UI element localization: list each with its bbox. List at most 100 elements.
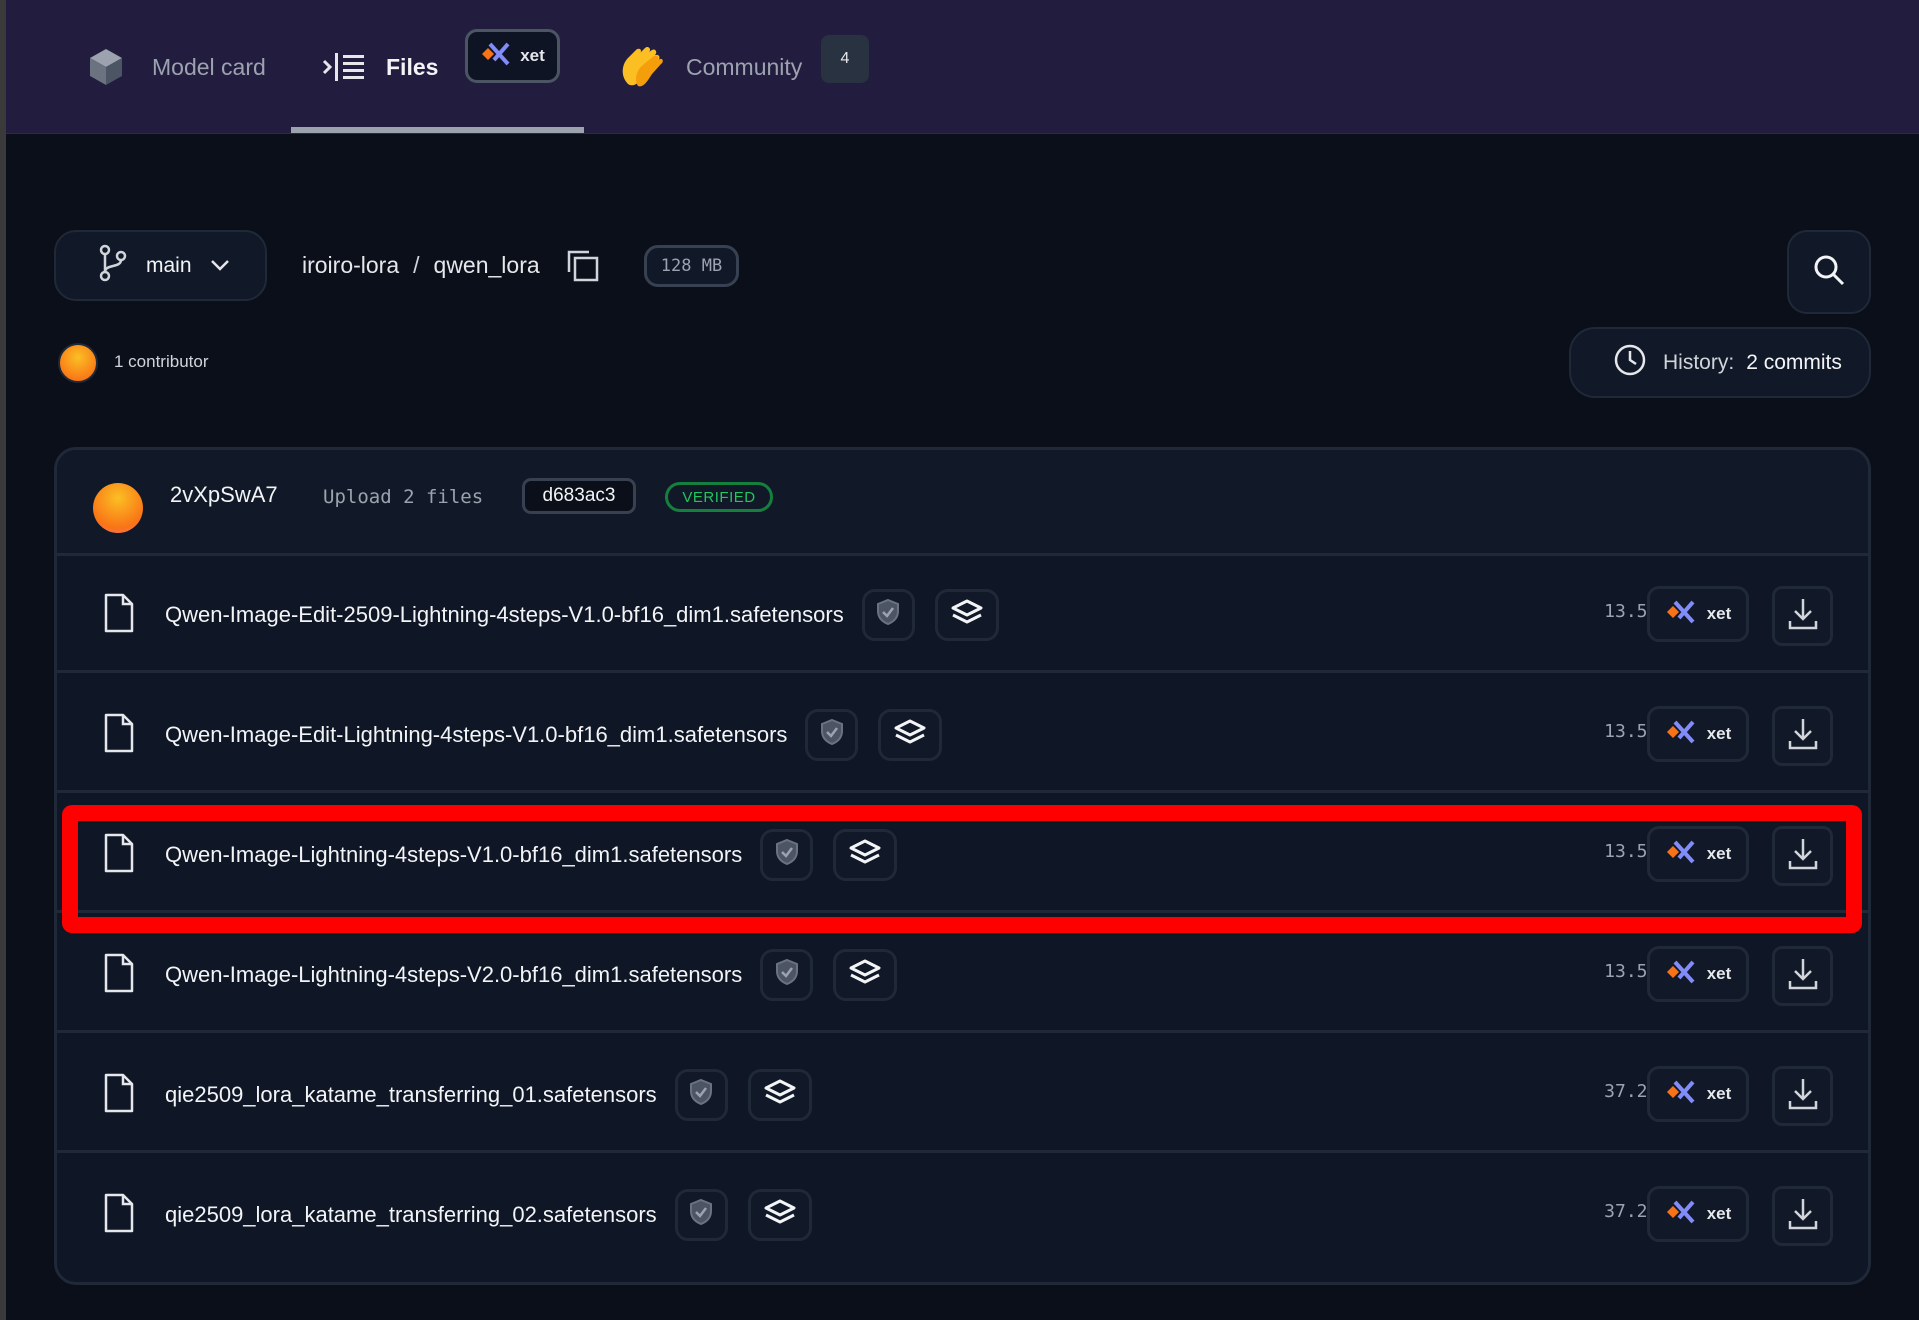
file-row[interactable]: Qwen-Image-Edit-2509-Lightning-4steps-V1… <box>57 556 1868 673</box>
layers-icon <box>763 1078 797 1111</box>
security-scan-badge[interactable] <box>674 1188 728 1241</box>
tab-community[interactable]: Community <box>618 0 802 134</box>
security-scan-badge[interactable] <box>674 1068 728 1121</box>
xet-icon <box>1665 1200 1695 1229</box>
file-row[interactable]: qie2509_lora_katame_transferring_01.safe… <box>57 1036 1868 1153</box>
xet-label: xet <box>1706 964 1732 983</box>
file-row[interactable]: qie2509_lora_katame_transferring_02.safe… <box>57 1156 1868 1273</box>
file-name-link[interactable]: Qwen-Image-Lightning-4steps-V2.0-bf16_di… <box>165 962 742 988</box>
xet-button[interactable]: xet <box>1647 1066 1749 1122</box>
history-label: History: <box>1663 350 1735 374</box>
xet-label: xet <box>1706 724 1732 743</box>
safetensors-badge[interactable] <box>747 1188 812 1241</box>
xet-button[interactable]: xet <box>1647 706 1749 762</box>
download-button[interactable] <box>1772 706 1833 766</box>
window-edge <box>0 0 6 1320</box>
breadcrumb: iroiro-lora / qwen_lora <box>302 248 540 282</box>
copy-icon[interactable] <box>565 248 601 289</box>
xet-button[interactable]: xet <box>1647 1186 1749 1242</box>
file-icon <box>103 832 135 879</box>
file-icon <box>103 592 135 639</box>
commit-author[interactable]: 2vXpSwA7 <box>170 482 278 508</box>
tab-model-card-label: Model card <box>152 53 266 80</box>
file-name-link[interactable]: Qwen-Image-Edit-Lightning-4steps-V1.0-bf… <box>165 722 787 748</box>
download-button[interactable] <box>1772 586 1833 646</box>
download-button[interactable] <box>1772 1186 1833 1246</box>
security-scan-badge[interactable] <box>805 708 859 761</box>
xet-label: xet <box>1706 1204 1732 1223</box>
safetensors-badge[interactable] <box>878 708 943 761</box>
cube-icon <box>88 47 124 87</box>
safetensors-badge[interactable] <box>747 1068 812 1121</box>
download-icon <box>1788 1077 1818 1116</box>
safetensors-badge[interactable] <box>833 948 898 1001</box>
commit-message[interactable]: Upload 2 files <box>323 486 483 508</box>
xet-button[interactable]: xet <box>1647 826 1749 882</box>
xet-icon <box>1665 720 1695 749</box>
download-button[interactable] <box>1772 1066 1833 1126</box>
history-button[interactable]: History: 2 commits <box>1569 327 1871 398</box>
file-name-group: qie2509_lora_katame_transferring_02.safe… <box>165 1156 812 1273</box>
file-name-group: qie2509_lora_katame_transferring_01.safe… <box>165 1036 812 1153</box>
security-scan-badge[interactable] <box>760 828 814 881</box>
file-row[interactable]: Qwen-Image-Edit-Lightning-4steps-V1.0-bf… <box>57 676 1868 793</box>
xet-label: xet <box>1706 844 1732 863</box>
tab-files[interactable]: Files <box>322 0 438 134</box>
xet-button[interactable]: xet <box>1647 586 1749 642</box>
file-name-link[interactable]: Qwen-Image-Lightning-4steps-V1.0-bf16_di… <box>165 842 742 868</box>
git-branch-icon <box>98 244 128 288</box>
branch-name: main <box>146 253 192 277</box>
community-count-badge: 4 <box>821 35 869 83</box>
repo-name-link[interactable]: qwen_lora <box>434 252 540 279</box>
download-button[interactable] <box>1772 826 1833 886</box>
layers-icon <box>893 718 927 751</box>
xet-badge[interactable]: xet <box>465 29 560 83</box>
xet-label: xet <box>1706 604 1732 623</box>
file-name-group: Qwen-Image-Edit-2509-Lightning-4steps-V1… <box>165 556 999 673</box>
file-name-link[interactable]: Qwen-Image-Edit-2509-Lightning-4steps-V1… <box>165 602 844 628</box>
repo-header: Model card Files xet Community 4 <box>6 0 1919 134</box>
layers-icon <box>763 1198 797 1231</box>
file-name-link[interactable]: qie2509_lora_katame_transferring_02.safe… <box>165 1202 657 1228</box>
file-name-group: Qwen-Image-Lightning-4steps-V1.0-bf16_di… <box>165 796 898 913</box>
contributor-avatar[interactable] <box>58 343 98 383</box>
file-row[interactable]: Qwen-Image-Lightning-4steps-V1.0-bf16_di… <box>57 796 1868 913</box>
layers-icon <box>848 838 882 871</box>
shield-check-icon <box>775 838 799 871</box>
file-icon <box>103 1072 135 1119</box>
last-commit-row: 2vXpSwA7 Upload 2 files d683ac3 VERIFIED <box>57 450 1868 556</box>
search-button[interactable] <box>1787 230 1871 314</box>
commit-hash[interactable]: d683ac3 <box>522 478 636 514</box>
tab-files-label: Files <box>386 53 439 80</box>
layers-icon <box>848 958 882 991</box>
file-row[interactable]: Qwen-Image-Lightning-4steps-V2.0-bf16_di… <box>57 916 1868 1033</box>
download-icon <box>1788 957 1818 996</box>
xet-button[interactable]: xet <box>1647 946 1749 1002</box>
security-scan-badge[interactable] <box>861 588 915 641</box>
branch-selector[interactable]: main <box>54 230 267 301</box>
contributors-count[interactable]: 1 contributor <box>114 352 209 372</box>
safetensors-badge[interactable] <box>833 828 898 881</box>
shield-check-icon <box>876 598 900 631</box>
file-table: 2vXpSwA7 Upload 2 files d683ac3 VERIFIED… <box>54 447 1871 1285</box>
commit-author-avatar[interactable] <box>93 483 143 533</box>
file-name-group: Qwen-Image-Lightning-4steps-V2.0-bf16_di… <box>165 916 898 1033</box>
download-icon <box>1788 1197 1818 1236</box>
file-name-group: Qwen-Image-Edit-Lightning-4steps-V1.0-bf… <box>165 676 943 793</box>
shield-check-icon <box>820 718 844 751</box>
download-icon <box>1788 597 1818 636</box>
tab-model-card[interactable]: Model card <box>88 0 266 134</box>
verified-badge: VERIFIED <box>665 482 773 512</box>
download-button[interactable] <box>1772 946 1833 1006</box>
security-scan-badge[interactable] <box>760 948 814 1001</box>
xet-label: xet <box>1706 1084 1732 1103</box>
layers-icon <box>950 598 984 631</box>
clock-icon <box>1613 343 1647 383</box>
repo-size-badge: 128 MB <box>644 245 739 287</box>
shield-check-icon <box>689 1198 713 1231</box>
repo-owner-link[interactable]: iroiro-lora <box>302 252 399 279</box>
safetensors-badge[interactable] <box>934 588 999 641</box>
download-icon <box>1788 837 1818 876</box>
xet-label: xet <box>520 46 545 65</box>
file-name-link[interactable]: qie2509_lora_katame_transferring_01.safe… <box>165 1082 657 1108</box>
